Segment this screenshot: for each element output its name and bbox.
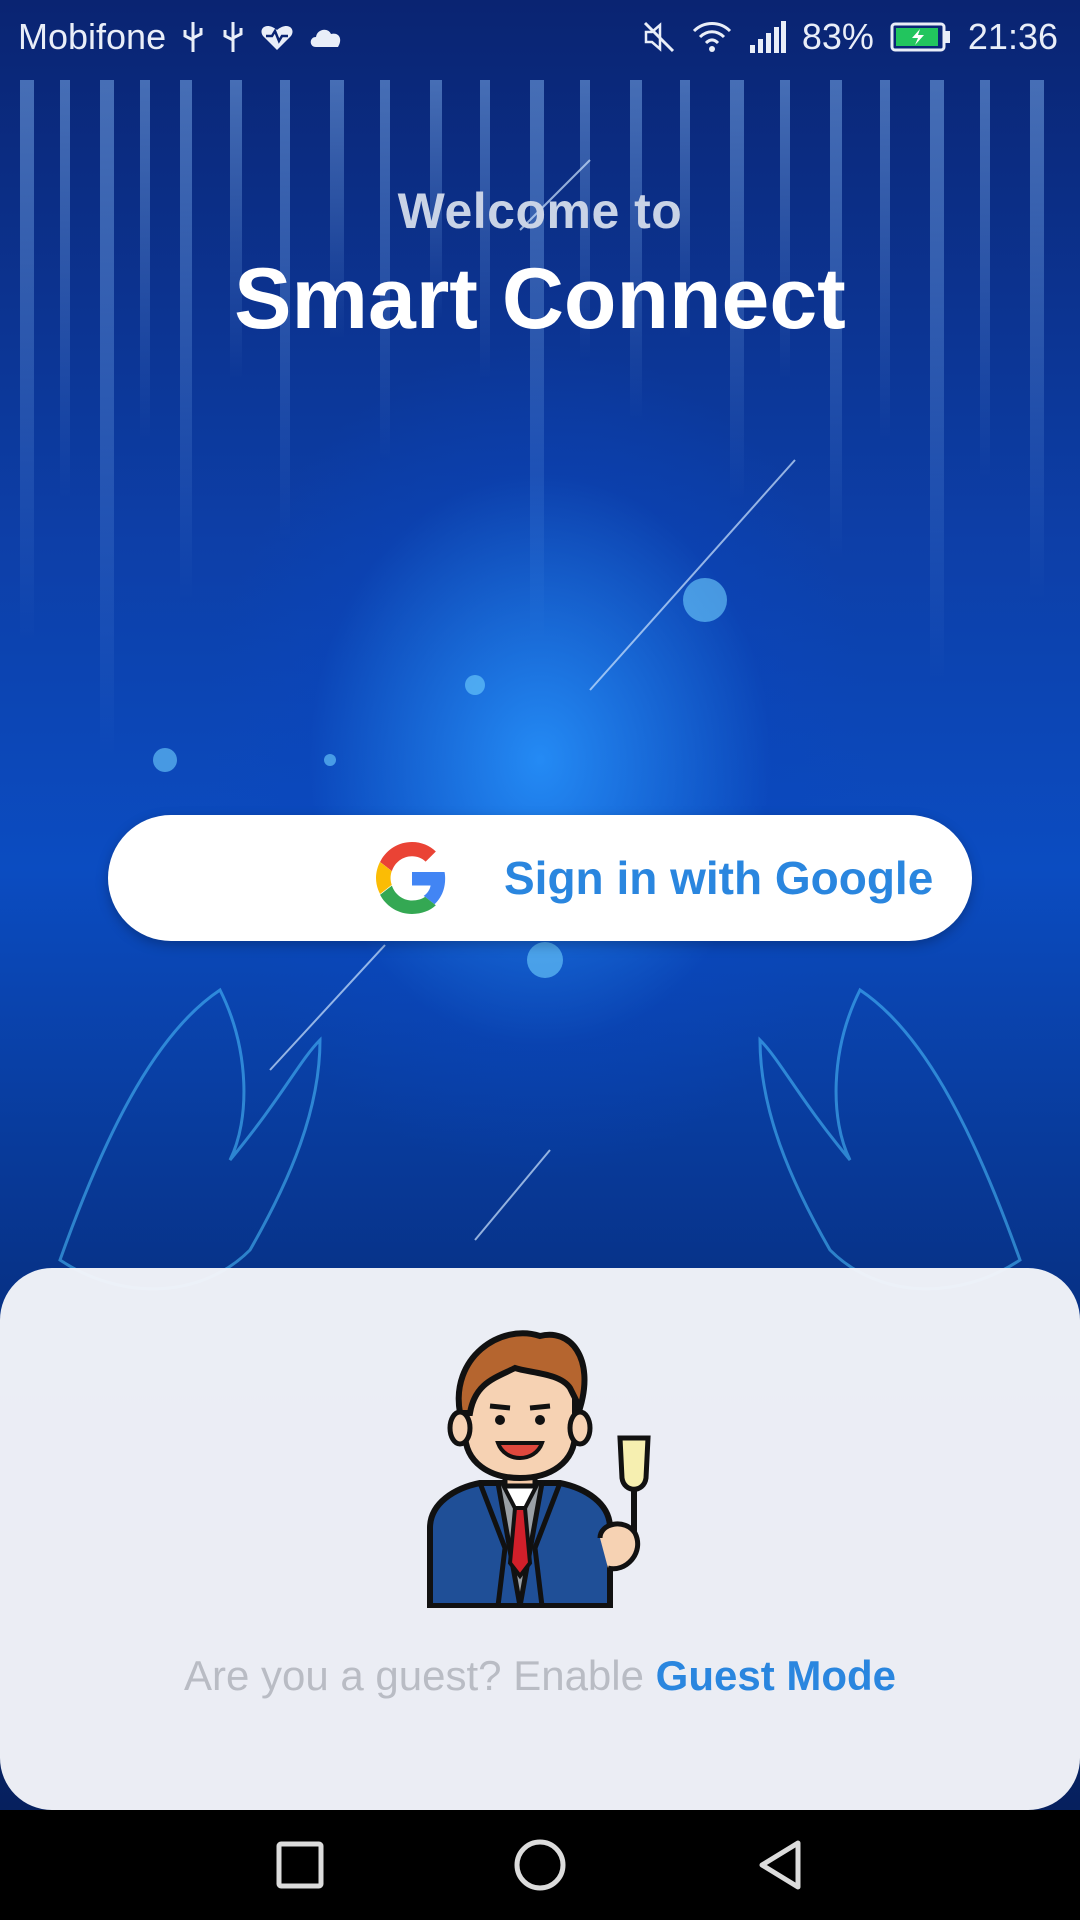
guest-mode-prompt: Are you a guest? Enable Guest Mode (0, 1652, 1080, 1700)
google-logo-icon (376, 842, 448, 914)
carrier-name: Mobifone (18, 16, 167, 57)
usb-icon (220, 20, 246, 54)
app-title: Smart Connect (234, 251, 846, 347)
mute-icon (642, 20, 676, 54)
wifi-icon (692, 21, 732, 53)
guest-prompt-text: Are you a guest? Enable (183, 1652, 644, 1699)
clock: 21:36 (967, 16, 1058, 57)
battery-percent: 83% (801, 16, 874, 57)
status-bar: Mobifone 83% 21:36 (0, 0, 1080, 72)
google-sign-in-button[interactable]: Sign in with Google (108, 815, 972, 941)
google-sign-in-label: Sign in with Google (504, 852, 934, 904)
home-icon[interactable] (510, 1835, 570, 1895)
businessman-with-champagne-icon (420, 1328, 660, 1609)
usb-icon (180, 20, 206, 54)
navigation-bar (0, 1810, 1080, 1920)
health-icon (260, 22, 294, 52)
recent-apps-icon[interactable] (270, 1835, 330, 1895)
back-icon[interactable] (750, 1835, 810, 1895)
battery-charging-icon (890, 22, 952, 52)
signal-icon (748, 21, 786, 53)
welcome-greeting: Welcome to (397, 183, 683, 239)
guest-mode-link[interactable]: Guest Mode (656, 1652, 896, 1699)
cloud-icon (308, 25, 344, 49)
